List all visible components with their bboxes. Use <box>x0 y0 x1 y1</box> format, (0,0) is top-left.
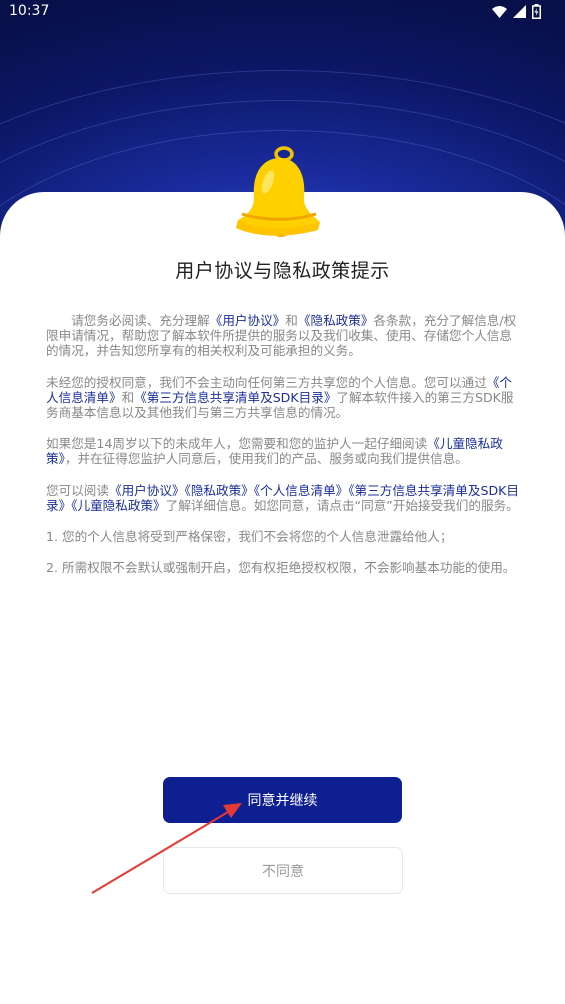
user-agreement-link[interactable]: 《用户协议》 <box>210 313 286 328</box>
paragraph-point-2: 2. 所需权限不会默认或强制开启，您有权拒绝授权权限，不会影响基本功能的使用。 <box>46 560 516 576</box>
third-party-sdk-list-link[interactable]: 《第三方信息共享清单及SDK目录》 <box>134 390 336 405</box>
disagree-button[interactable]: 不同意 <box>163 847 403 894</box>
agree-button[interactable]: 同意并继续 <box>163 777 402 823</box>
agreement-text: 请您务必阅读、充分理解《用户协议》和《隐私政策》各条款，充分了解信息/权限申请情… <box>46 313 521 591</box>
signal-icon <box>513 5 526 18</box>
paragraph-minors: 如果您是14周岁以下的未成年人，您需要和您的监护人一起仔细阅读《儿童隐私政策》，… <box>46 436 503 467</box>
paragraph-point-1: 1. 您的个人信息将受到严格保密，我们不会将您的个人信息泄露给他人； <box>46 529 453 545</box>
personal-info-list-link-2[interactable]: 《个人信息清单》 <box>254 483 348 498</box>
user-agreement-link-2[interactable]: 《用户协议》 <box>109 483 185 498</box>
children-privacy-link-2[interactable]: 《儿童隐私政策》 <box>71 498 165 513</box>
wifi-icon <box>492 5 507 18</box>
paragraph-read-more: 您可以阅读《用户协议》《隐私政策》《个人信息清单》《第三方信息共享清单及SDK目… <box>46 482 520 513</box>
privacy-policy-link-2[interactable]: 《隐私政策》 <box>185 483 254 498</box>
battery-icon <box>532 4 541 19</box>
status-bar: 10:37 <box>0 0 565 24</box>
privacy-policy-link[interactable]: 《隐私政策》 <box>298 313 374 328</box>
dialog-title: 用户协议与隐私政策提示 <box>175 260 390 282</box>
bell-icon <box>236 146 320 237</box>
paragraph-intro: 请您务必阅读、充分理解《用户协议》和《隐私政策》各条款，充分了解信息/权限申请情… <box>46 313 517 359</box>
paragraph-sharing: 未经您的授权同意，我们不会主动向任何第三方共享您的个人信息。您可以通过《个人信息… <box>46 374 514 421</box>
status-time: 10:37 <box>9 3 50 19</box>
